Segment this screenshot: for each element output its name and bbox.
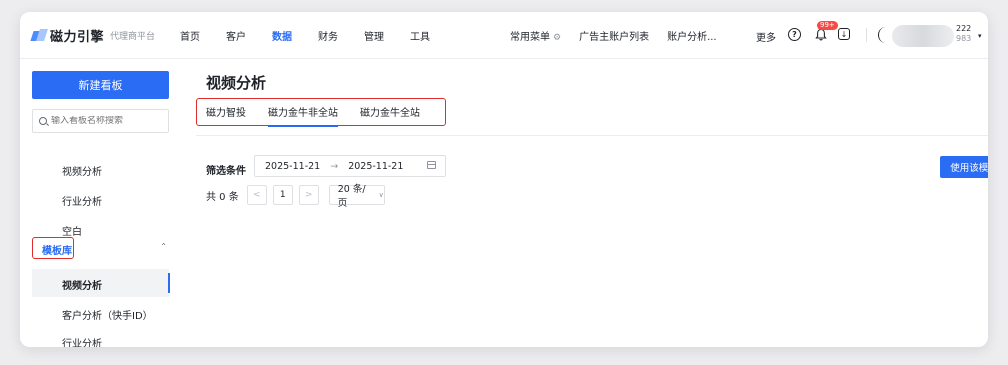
sidebar-template-industry-analysis[interactable]: 行业分析 (62, 335, 102, 347)
avatar[interactable] (878, 27, 893, 43)
filter-label: 筛选条件 (206, 166, 246, 177)
nav-item-manage[interactable]: 管理 (364, 28, 384, 43)
sidebar-item-video-analysis[interactable]: 视频分析 (62, 163, 102, 178)
page-size-label: 20 条/页 (337, 184, 366, 209)
right-nav: 常用菜单 ⚙ 广告主账户列表 账户分析... (510, 12, 735, 58)
total-count: 共 0 条 (206, 191, 239, 203)
logo-text: 磁力引擎 (50, 29, 105, 45)
account-analysis-link[interactable]: 账户分析... (667, 28, 717, 43)
tab-divider (196, 135, 988, 136)
date-start[interactable]: 2025-11-21 (265, 161, 320, 172)
use-template-button[interactable]: 使用该模板 (940, 156, 988, 178)
prev-page-button[interactable]: < (246, 185, 267, 205)
sidebar-template-client-analysis[interactable]: 客户分析（快手ID） (62, 307, 153, 322)
page-size-select[interactable]: 20 条/页 ∨ (328, 184, 385, 209)
nav-item-clients[interactable]: 客户 (226, 28, 246, 43)
user-id-top: 222 (956, 24, 972, 33)
user-id-bottom: 983 (956, 34, 972, 43)
sidebar-template-video-analysis[interactable]: 视频分析 (62, 277, 102, 292)
highlight-box-tabs (196, 98, 446, 126)
page-1-button[interactable]: 1 (272, 185, 293, 205)
next-page-button[interactable]: > (298, 185, 319, 205)
main-nav: 首页 客户 数据 财务 管理 工具 (180, 12, 456, 58)
logo[interactable]: 磁力引擎 代理商平台 (30, 27, 156, 45)
date-arrow: → (330, 160, 339, 172)
more-link[interactable]: 更多 (756, 29, 776, 44)
logo-mark-icon (30, 29, 48, 41)
settings-icon: ⚙ (553, 32, 562, 43)
app-window: 磁力引擎 代理商平台 首页 客户 数据 财务 管理 工具 常用菜单 ⚙ 广告主账户… (20, 12, 988, 347)
user-id: 222 983 (956, 24, 971, 44)
board-search-input[interactable] (51, 116, 161, 126)
pagination: 共 0 条 < 1 > 20 条/页 ∨ (206, 184, 385, 209)
date-range-picker[interactable]: 2025-11-21 → 2025-11-21 (254, 155, 446, 177)
main-content: 视频分析 磁力智投 磁力金牛非全站 磁力金牛全站 筛选条件 2025-11-21… (180, 59, 988, 347)
download-icon[interactable]: ↓ (838, 28, 850, 40)
highlight-box-template-library (32, 237, 74, 259)
page-title: 视频分析 (206, 74, 267, 92)
calendar-icon (427, 161, 436, 169)
chevron-down-icon: ∨ (378, 191, 384, 199)
chevron-up-icon: ⌃ (160, 242, 167, 251)
notification-badge: 99+ (817, 21, 838, 30)
new-board-button[interactable]: 新建看板 (32, 71, 169, 99)
user-name-blurred[interactable] (892, 25, 954, 47)
nav-item-data[interactable]: 数据 (272, 28, 292, 43)
common-menu-link[interactable]: 常用菜单 ⚙ (510, 28, 561, 43)
logo-subtitle: 代理商平台 (110, 31, 156, 42)
sidebar-item-industry-analysis[interactable]: 行业分析 (62, 193, 102, 208)
common-menu-label: 常用菜单 (510, 31, 550, 43)
nav-item-home[interactable]: 首页 (180, 28, 200, 43)
nav-item-tools[interactable]: 工具 (410, 28, 430, 43)
ad-accounts-link[interactable]: 广告主账户列表 (579, 28, 649, 43)
divider (866, 28, 867, 42)
top-navigation-bar: 磁力引擎 代理商平台 首页 客户 数据 财务 管理 工具 常用菜单 ⚙ 广告主账户… (20, 12, 988, 59)
nav-item-finance[interactable]: 财务 (318, 28, 338, 43)
board-search[interactable] (32, 109, 169, 133)
sidebar: 新建看板 视频分析 行业分析 空白 模板库 ⌃ 视频分析 客户分析（快手ID） … (20, 59, 180, 347)
chevron-down-icon[interactable]: ▾ (978, 32, 982, 40)
sidebar-active-indicator (168, 273, 170, 293)
search-icon (39, 117, 47, 125)
date-end[interactable]: 2025-11-21 (348, 161, 403, 172)
help-icon[interactable]: ? (788, 28, 801, 41)
